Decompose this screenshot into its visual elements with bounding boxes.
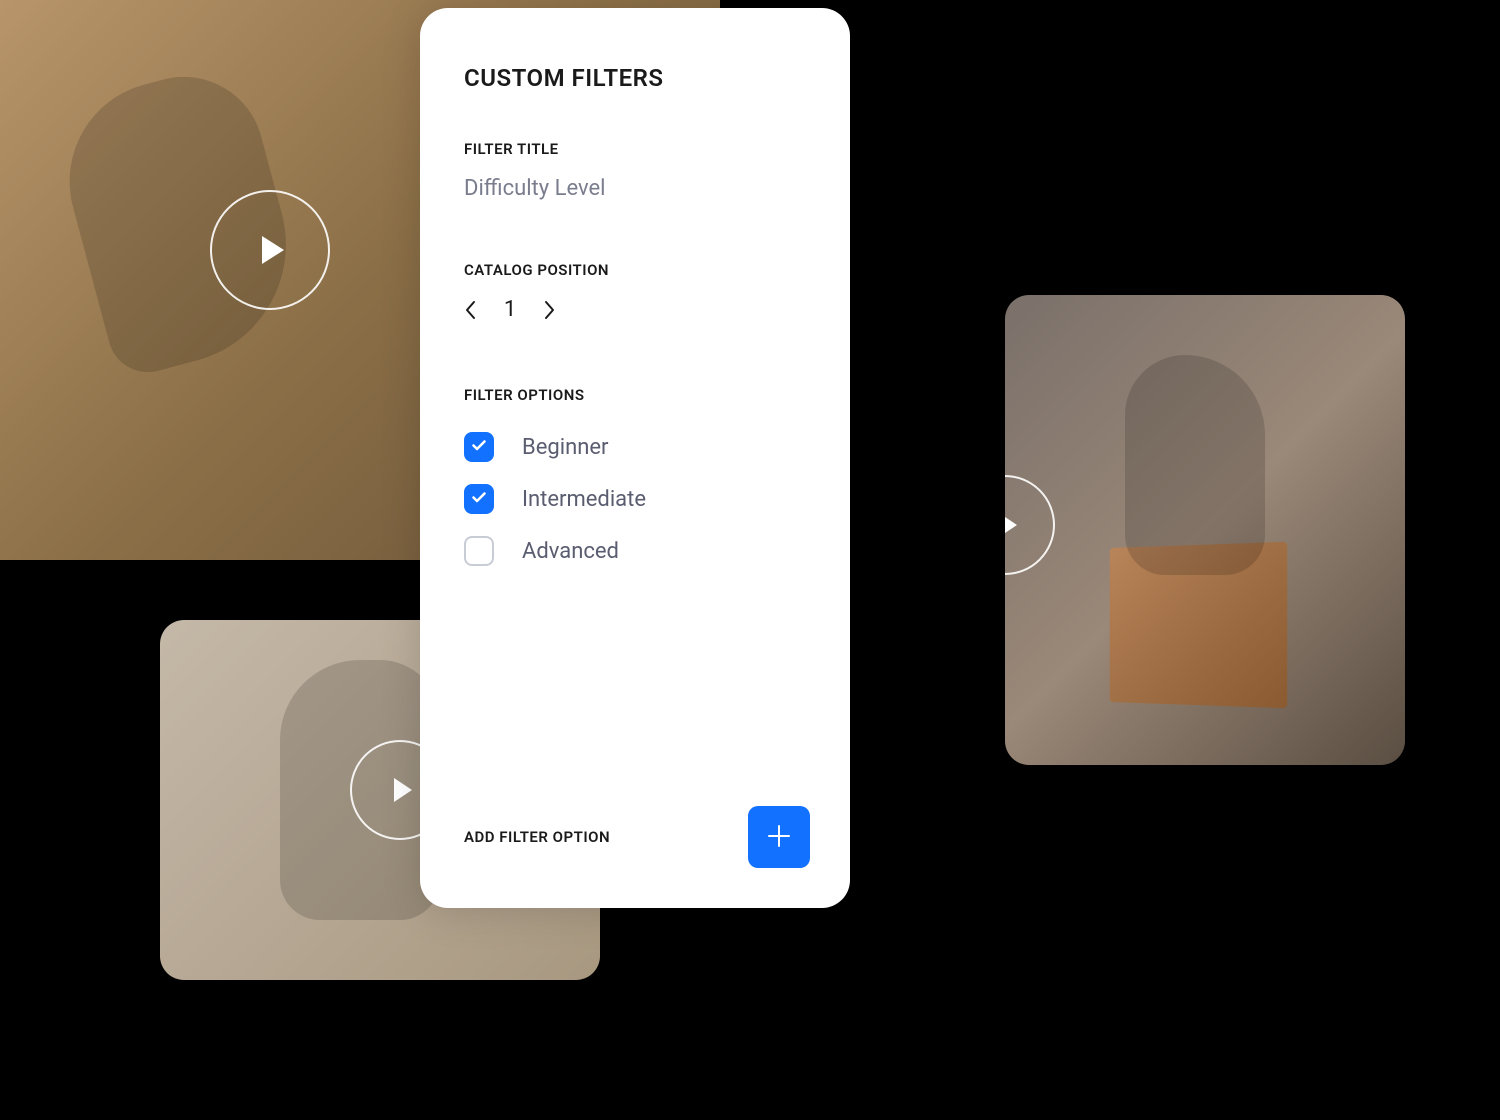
plus-icon — [767, 821, 791, 853]
play-icon — [262, 236, 284, 264]
video-thumbnail-3[interactable] — [1005, 295, 1405, 765]
filter-title-label: FILTER TITLE — [464, 140, 810, 158]
workout-figure — [1125, 355, 1265, 575]
play-icon — [394, 778, 412, 802]
play-button[interactable] — [1005, 475, 1055, 575]
checkbox-advanced[interactable] — [464, 536, 494, 566]
add-filter-row: ADD FILTER OPTION — [464, 806, 810, 868]
filter-options-list: Beginner Intermediate Advanced — [464, 432, 810, 566]
add-filter-button[interactable] — [748, 806, 810, 868]
catalog-position-stepper: 1 — [464, 297, 810, 322]
catalog-position-value: 1 — [500, 297, 520, 322]
checkbox-beginner[interactable] — [464, 432, 494, 462]
check-icon — [472, 491, 486, 507]
filter-option-row: Beginner — [464, 432, 810, 462]
chevron-right-icon[interactable] — [544, 300, 556, 320]
catalog-position-label: CATALOG POSITION — [464, 261, 810, 279]
checkbox-intermediate[interactable] — [464, 484, 494, 514]
custom-filters-card: CUSTOM FILTERS FILTER TITLE Difficulty L… — [420, 8, 850, 908]
option-label: Intermediate — [522, 487, 646, 512]
filter-option-row: Intermediate — [464, 484, 810, 514]
play-icon — [1005, 513, 1017, 537]
play-button[interactable] — [210, 190, 330, 310]
check-icon — [472, 439, 486, 455]
filter-title-input[interactable]: Difficulty Level — [464, 176, 810, 201]
option-label: Advanced — [522, 539, 619, 564]
card-title: CUSTOM FILTERS — [464, 64, 810, 92]
add-filter-label: ADD FILTER OPTION — [464, 828, 610, 846]
filter-option-row: Advanced — [464, 536, 810, 566]
filter-options-label: FILTER OPTIONS — [464, 386, 810, 404]
option-label: Beginner — [522, 435, 609, 460]
chevron-left-icon[interactable] — [464, 300, 476, 320]
